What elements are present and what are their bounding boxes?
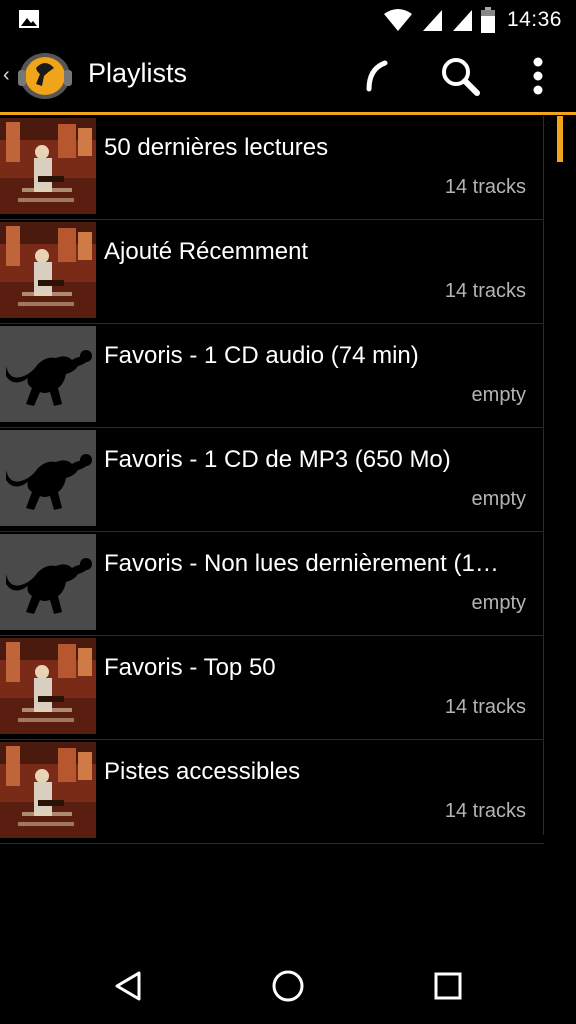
playlist-item[interactable]: 50 dernières lectures 14 tracks [0,116,544,220]
playlist-thumbnail [0,742,96,838]
monkey-placeholder-icon [0,534,96,630]
app-logo-icon[interactable] [14,50,76,102]
playlist-item[interactable]: Ajouté Récemment 14 tracks [0,220,544,324]
wifi-icon [383,9,412,31]
back-arrow-icon[interactable]: ‹ [3,64,10,87]
navigation-bar [0,944,576,1024]
battery-icon [480,7,495,33]
playlist-track-count: 14 tracks [444,696,526,718]
playlist-item[interactable]: Favoris - 1 CD audio (74 min) empty [0,324,544,428]
album-cover-icon [0,638,96,734]
playlist-title: Favoris - 1 CD audio (74 min) [104,342,419,369]
status-bar: 14:36 [0,0,576,40]
playlist-title: Ajouté Récemment [104,238,309,265]
playlist-track-count: empty [471,592,526,614]
playlist-title: Favoris - Non lues dernièrement (1… [104,550,499,577]
playlist-title: Favoris - 1 CD de MP3 (650 Mo) [104,446,451,473]
playlist-item[interactable]: Favoris - Non lues dernièrement (1… empt… [0,532,544,636]
album-cover-icon [0,222,96,318]
overflow-menu-button[interactable] [512,50,564,102]
playlist-thumbnail [0,118,96,214]
playlist-thumbnail [0,222,96,318]
more-icon [533,57,543,95]
album-cover-icon [0,742,96,838]
playlist-list[interactable]: 50 dernières lectures 14 tracks Ajouté R… [0,116,544,844]
playlist-item[interactable]: Pistes accessibles 14 tracks [0,740,544,844]
nav-back-button[interactable] [108,966,148,1006]
playlist-track-count: 14 tracks [444,176,526,198]
playlist-thumbnail [0,326,96,422]
monkey-placeholder-icon [0,430,96,526]
refresh-icon [366,60,388,92]
playlist-track-count: 14 tracks [444,800,526,822]
clock: 14:36 [506,8,562,31]
nav-home-button[interactable] [268,966,308,1006]
list-divider [543,116,544,835]
playlist-thumbnail [0,534,96,630]
search-icon [442,58,480,96]
playlist-title: Favoris - Top 50 [104,654,276,681]
signal-icon [422,10,442,31]
scrollbar-thumb[interactable] [557,116,563,162]
monkey-placeholder-icon [0,326,96,422]
back-icon [115,971,141,1001]
playlist-track-count: empty [471,488,526,510]
playlist-title: Pistes accessibles [104,758,301,785]
gallery-icon [19,10,39,28]
refresh-button[interactable] [350,50,402,102]
page-title: Playlists [88,58,188,88]
action-bar-divider [0,112,576,115]
search-button[interactable] [434,50,486,102]
home-icon [272,970,304,1002]
playlist-thumbnail [0,430,96,526]
playlist-title: 50 dernières lectures [104,134,329,161]
playlist-item[interactable]: Favoris - 1 CD de MP3 (650 Mo) empty [0,428,544,532]
playlist-track-count: 14 tracks [444,280,526,302]
signal-icon [452,10,472,31]
playlist-track-count: empty [471,384,526,406]
playlist-thumbnail [0,638,96,734]
action-bar [0,40,576,112]
playlist-item[interactable]: Favoris - Top 50 14 tracks [0,636,544,740]
nav-recents-button[interactable] [428,966,468,1006]
album-cover-icon [0,118,96,214]
recents-icon [434,972,462,1000]
